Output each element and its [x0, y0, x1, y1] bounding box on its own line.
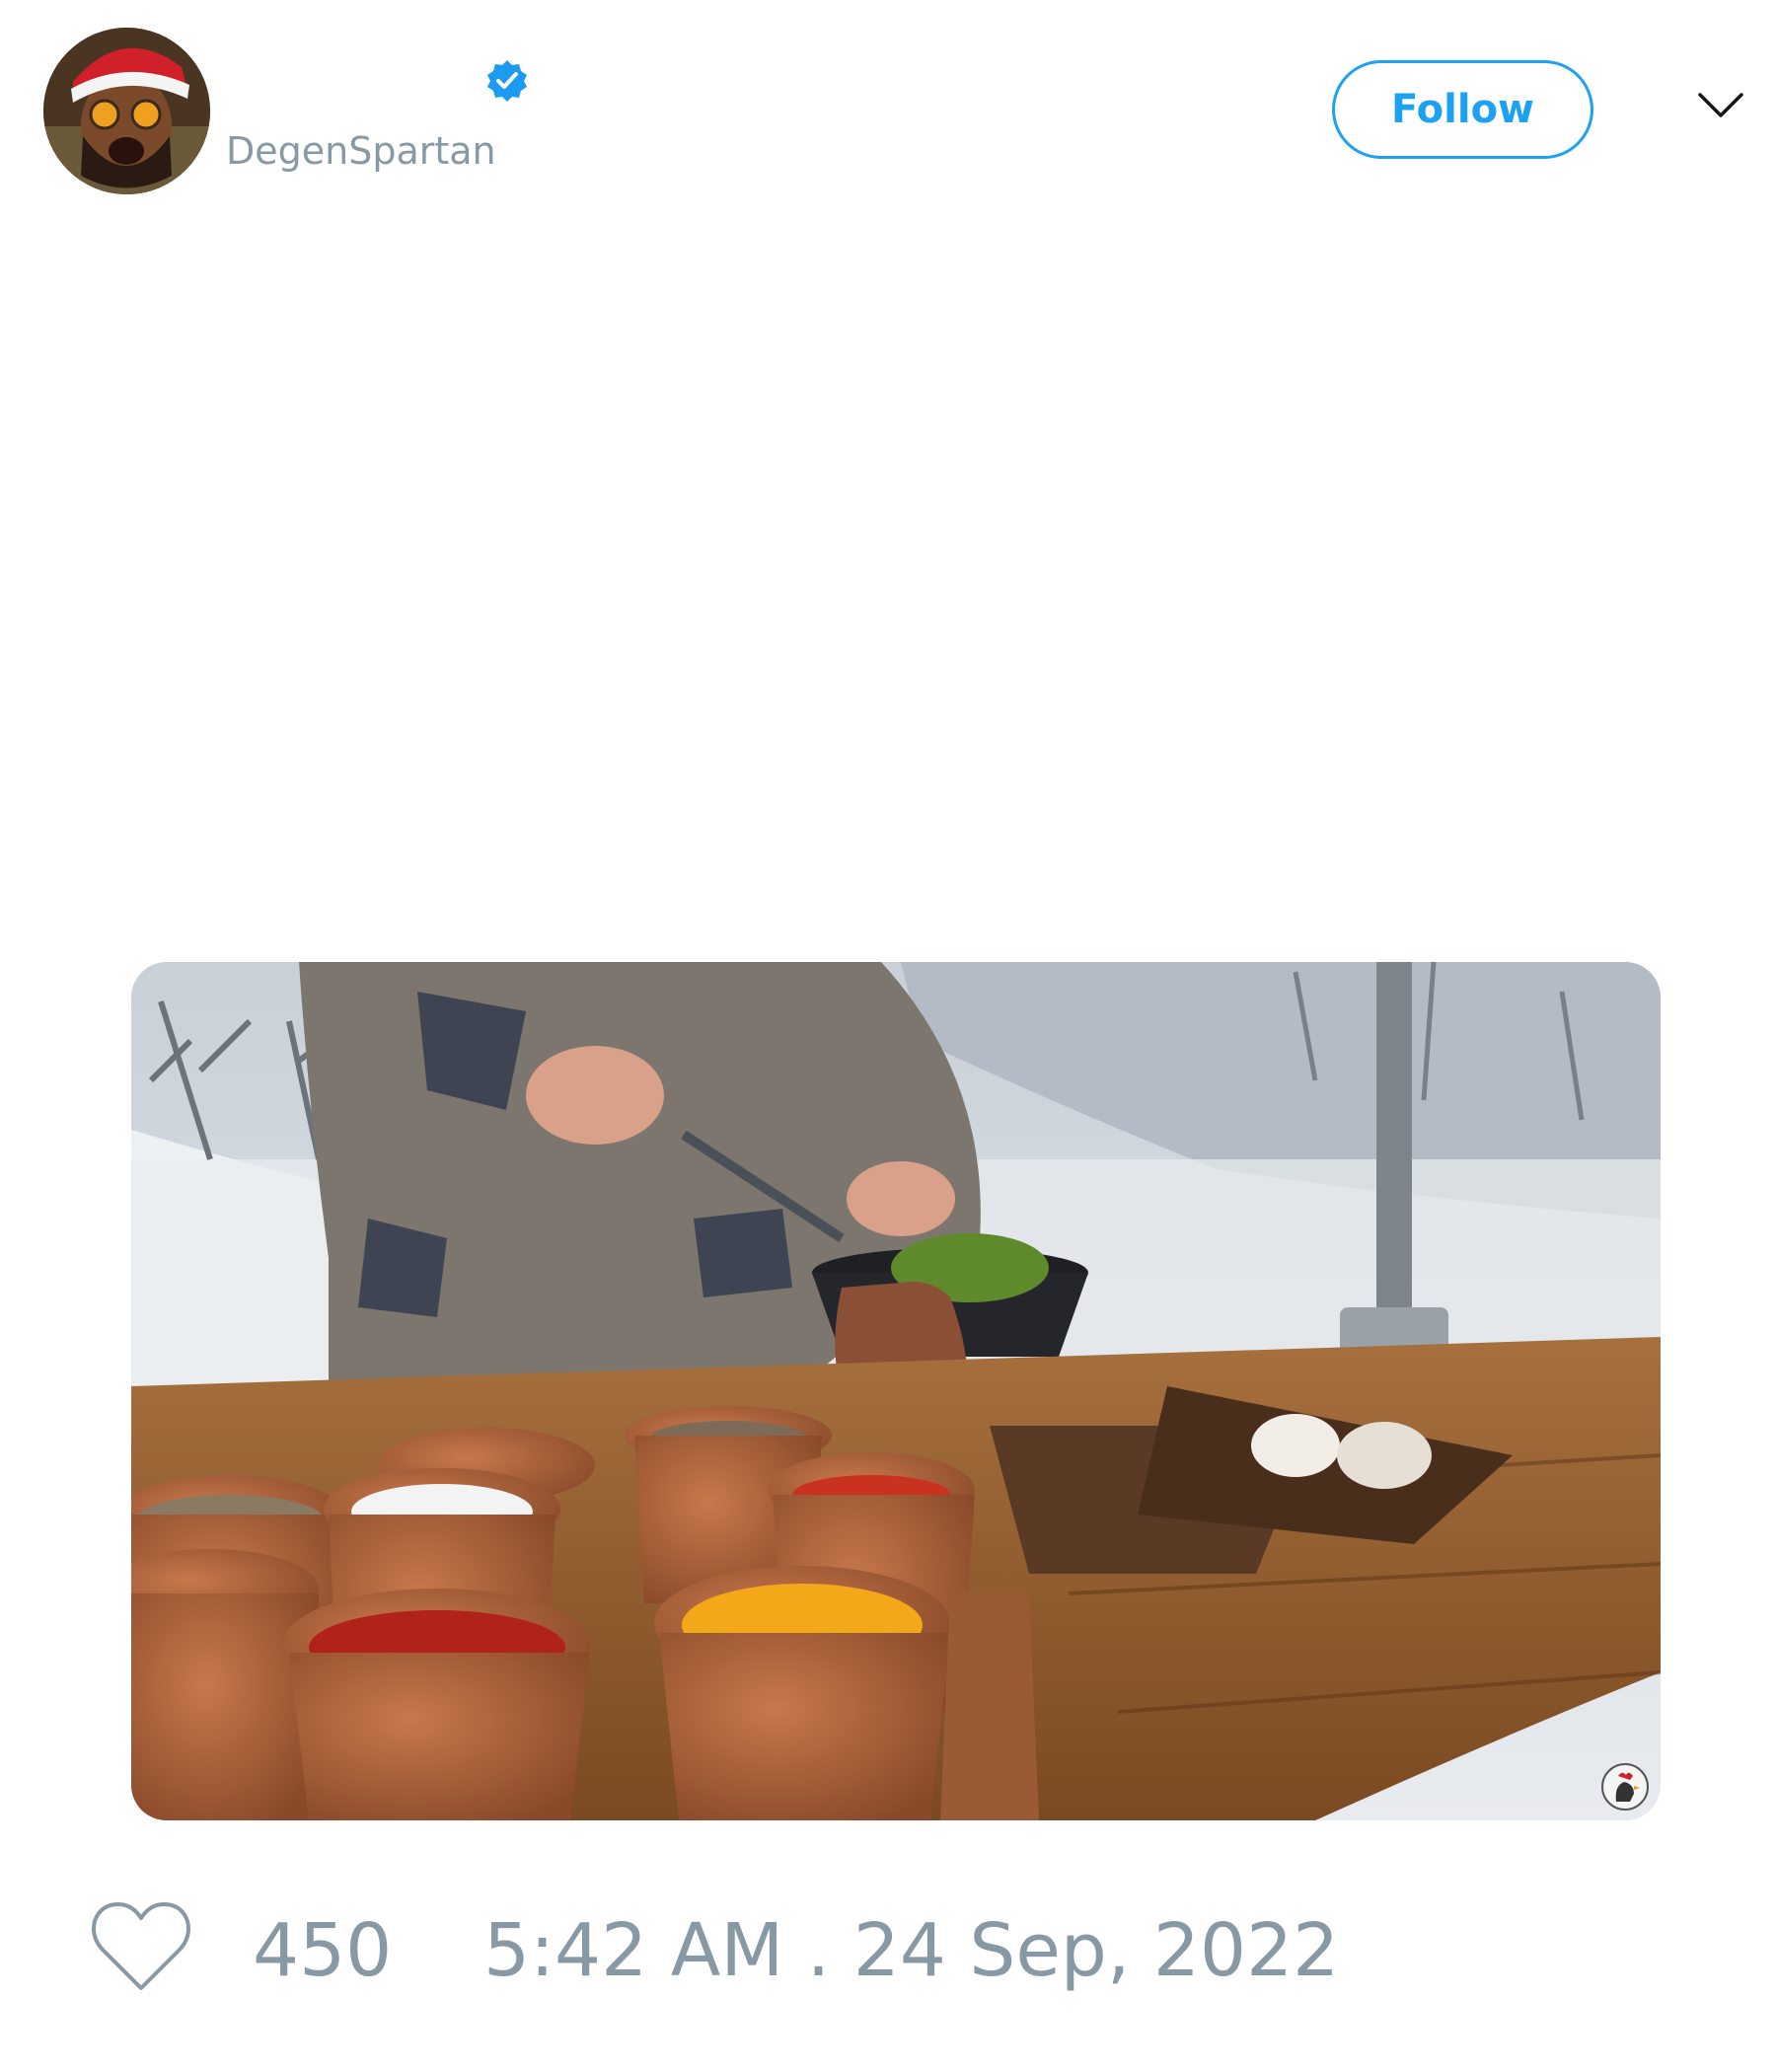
- verified-badge-icon: [487, 60, 527, 102]
- chevron-down-icon[interactable]: [1697, 91, 1744, 120]
- tweet-photo[interactable]: [131, 962, 1661, 1820]
- author-handle[interactable]: DegenSpartan: [226, 126, 496, 176]
- author-avatar[interactable]: [43, 28, 210, 194]
- heart-icon[interactable]: [89, 1899, 193, 1994]
- avatar-image: [43, 28, 210, 194]
- like-count: 450: [253, 1908, 393, 1993]
- follow-button[interactable]: Follow: [1332, 60, 1593, 159]
- rooster-icon: [1601, 1763, 1649, 1811]
- tweet-timestamp[interactable]: 5:42 AM . 24 Sep, 2022: [483, 1906, 1339, 1995]
- photo-scene: [131, 962, 1661, 1820]
